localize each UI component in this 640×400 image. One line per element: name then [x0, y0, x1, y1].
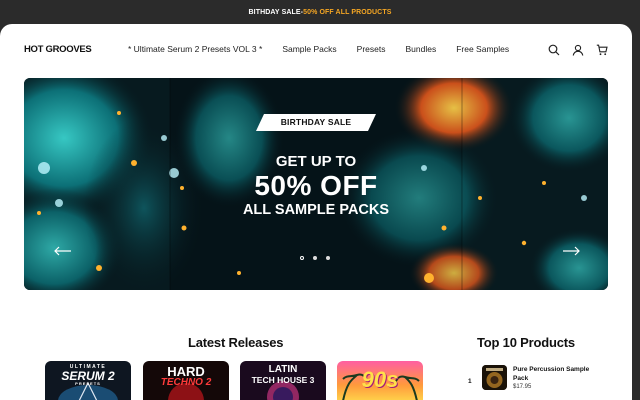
product-thumbnail	[482, 365, 507, 390]
arrow-right-icon[interactable]	[562, 246, 580, 256]
announcement-prefix: BITHDAY SALE-	[248, 8, 304, 16]
cover-top-text: LATIN	[268, 364, 298, 375]
cover-sub-text: PRESETS	[75, 381, 101, 386]
slide-dot[interactable]	[313, 256, 317, 260]
top-products-title: Top 10 Products	[477, 335, 575, 350]
account-icon[interactable]	[572, 43, 584, 56]
release-cover[interactable]: LATIN TECH HOUSE 3	[240, 361, 326, 400]
nav-item-sample-packs[interactable]: Sample Packs	[282, 44, 336, 54]
hero-line-3: ALL SAMPLE PACKS	[242, 202, 390, 218]
site-header: HOT GROOVES * Ultimate Serum 2 Presets V…	[0, 24, 632, 76]
header-icons	[548, 43, 608, 56]
latest-releases-title: Latest Releases	[188, 335, 284, 350]
hero-line-2: 50% OFF	[254, 170, 378, 201]
top-product-item[interactable]: 1 Pure Percussion Sample Pack $17.95	[465, 365, 625, 400]
arrow-left-icon[interactable]	[54, 246, 72, 256]
product-price: $17.95	[513, 384, 532, 390]
product-name: Pure Percussion Sample Pack	[513, 366, 590, 382]
cover-main-text: 90s	[361, 367, 399, 392]
search-icon[interactable]	[548, 43, 560, 56]
slide-indicators	[300, 256, 330, 260]
nav-item-serum-presets[interactable]: * Ultimate Serum 2 Presets VOL 3 *	[128, 44, 262, 54]
page: HOT GROOVES * Ultimate Serum 2 Presets V…	[0, 24, 632, 400]
release-cover[interactable]: ULTIMATE SERUM 2 PRESETS	[45, 361, 131, 400]
product-rank: 1	[468, 378, 472, 385]
slide-dot[interactable]	[326, 256, 330, 260]
release-cover[interactable]: 90s	[337, 361, 423, 400]
announcement-bar[interactable]: BITHDAY SALE- 50% OFF ALL PRODUCTS	[0, 0, 640, 24]
cover-main-text: TECH HOUSE 3	[251, 375, 315, 385]
nav-item-free-samples[interactable]: Free Samples	[456, 44, 509, 54]
hero-line-1: GET UP TO	[275, 153, 357, 170]
nav-item-bundles[interactable]: Bundles	[406, 44, 437, 54]
cover-sub-text: TECHNO 2	[160, 377, 212, 388]
release-cover[interactable]: HARD TECHNO 2	[143, 361, 229, 400]
hero-banner[interactable]: BIRTHDAY SALE GET UP TO 50% OFF ALL SAMP…	[24, 78, 608, 290]
slide-dot[interactable]	[300, 256, 304, 260]
main-nav: * Ultimate Serum 2 Presets VOL 3 * Sampl…	[128, 44, 509, 54]
sale-badge-text: BIRTHDAY SALE	[280, 117, 352, 127]
sale-badge: BIRTHDAY SALE	[256, 114, 376, 131]
cart-icon[interactable]	[596, 43, 608, 56]
announcement-highlight: 50% OFF ALL PRODUCTS	[303, 8, 392, 16]
nav-item-presets[interactable]: Presets	[357, 44, 386, 54]
logo[interactable]: HOT GROOVES	[24, 44, 92, 55]
